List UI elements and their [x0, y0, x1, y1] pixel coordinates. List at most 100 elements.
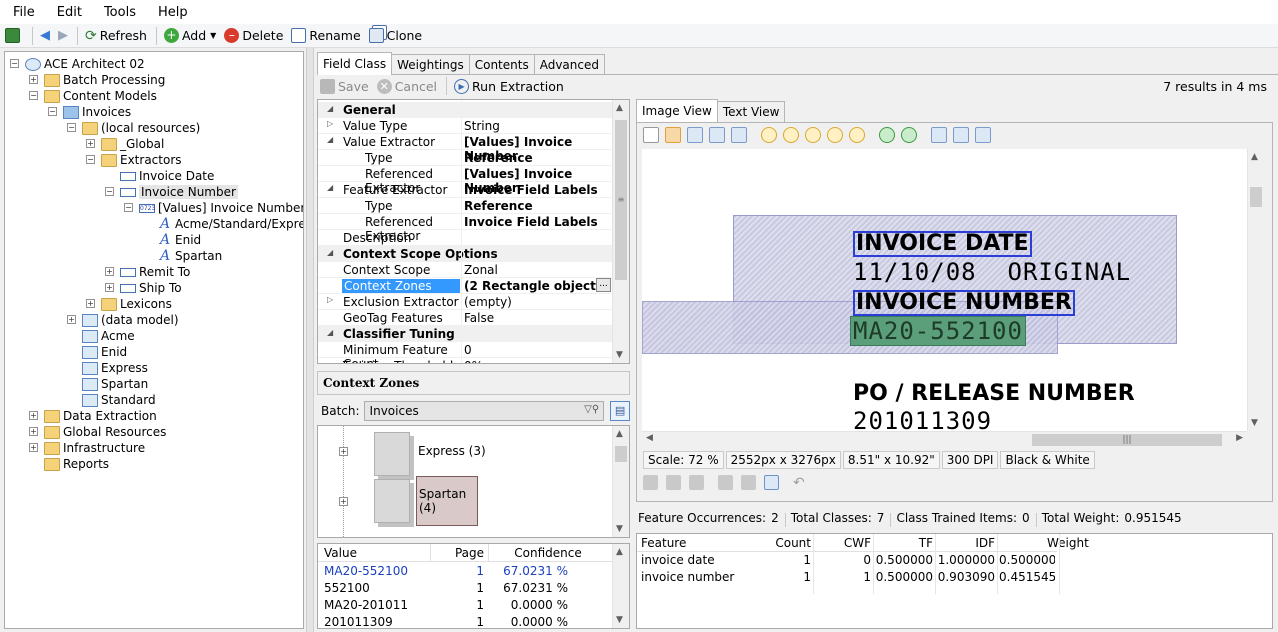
result-row[interactable]: 201011309 1 0.0000 %	[318, 615, 613, 628]
expand-toggle[interactable]: −	[48, 107, 57, 116]
column-header[interactable]: Confidence	[488, 546, 608, 560]
tab-text-view[interactable]: Text View	[716, 101, 786, 122]
property-row[interactable]: Minimum Feature Count 0	[318, 342, 612, 363]
collapse-arrow-icon[interactable]: ◢	[327, 104, 333, 113]
zoom-rect-icon[interactable]	[709, 127, 725, 143]
column-header[interactable]: IDF	[937, 536, 995, 550]
property-row[interactable]: Description	[318, 230, 612, 246]
scrollbar-thumb[interactable]	[1250, 187, 1262, 207]
settings-icon[interactable]	[975, 127, 991, 143]
cancel-button[interactable]: ✕ Cancel	[374, 75, 440, 97]
doc-item-express[interactable]: Express (3)	[418, 444, 486, 458]
batch-settings-button[interactable]: ▤	[610, 401, 630, 421]
add-button[interactable]: + Add ▼	[161, 25, 219, 47]
tab-field-class[interactable]: Field Class	[317, 52, 393, 75]
run-extraction-button[interactable]: ▶ Run Extraction	[451, 75, 567, 97]
property-value[interactable]: Reference	[464, 199, 610, 213]
tree-node[interactable]: Batch Processing	[44, 72, 165, 88]
tree-node[interactable]: Spartan	[82, 376, 148, 392]
scrollbar-thumb[interactable]: |||	[1032, 434, 1222, 446]
expand-arrow-icon[interactable]: ◢	[327, 183, 333, 192]
zoom-width-icon[interactable]	[849, 127, 865, 143]
property-row[interactable]: Referenced Extractor [Values] Invoice Num…	[318, 166, 612, 195]
tree-node[interactable]: ACE Architect 02	[25, 56, 145, 72]
results-scrollbar[interactable]: ▲ ▼	[612, 544, 629, 628]
tree-node[interactable]: Enid	[82, 344, 127, 360]
zoom-actual-icon[interactable]	[805, 127, 821, 143]
expand-toggle[interactable]: −	[124, 203, 133, 212]
property-category[interactable]: ◢ General	[318, 102, 612, 118]
tree-node[interactable]: _Global	[101, 136, 164, 152]
pan-hand-icon[interactable]	[665, 127, 681, 143]
tree-node[interactable]: A Enid	[158, 232, 201, 248]
tree-node[interactable]: A Acme/Standard/Express	[158, 216, 303, 232]
tree-node[interactable]: Ship To	[120, 280, 182, 296]
refresh-button[interactable]: ⟳ Refresh	[82, 25, 150, 47]
tab-image-view[interactable]: Image View	[636, 99, 718, 122]
save-button[interactable]: Save	[317, 75, 372, 97]
expand-toggle[interactable]: −	[86, 155, 95, 164]
property-row[interactable]: Training Threshold0%	[318, 358, 612, 363]
expand-toggle[interactable]: +	[339, 447, 348, 456]
property-row[interactable]: Referenced Extractor Invoice Field Labels	[318, 214, 612, 243]
tab-advanced[interactable]: Advanced	[533, 54, 605, 75]
tree-node[interactable]: (local resources)	[82, 120, 200, 136]
rename-button[interactable]: Rename	[288, 25, 363, 47]
feature-row[interactable]: invoice number 1 1 0.500000 0.903090 0.451545	[637, 570, 1057, 586]
doc-list-scrollbar[interactable]: ▲ ▼	[612, 426, 629, 537]
menu-help[interactable]: Help	[145, 5, 197, 20]
menu-file[interactable]: File	[0, 5, 44, 20]
property-grid-scrollbar[interactable]: ▲ ≡ ▼	[612, 100, 629, 363]
doc-item-spartan[interactable]: Spartan (4)	[416, 476, 478, 526]
property-row[interactable]: ◢ Value Extractor [Values] Invoice Number	[318, 134, 612, 163]
property-value[interactable]: 0	[464, 343, 610, 357]
deskew-icon[interactable]	[718, 475, 733, 490]
tree-node[interactable]: Invoice Date	[120, 168, 214, 184]
print-icon[interactable]	[931, 127, 947, 143]
property-value[interactable]: Invoice Field Labels	[464, 215, 610, 229]
tree-node[interactable]: Acme	[82, 328, 135, 344]
expand-toggle[interactable]: +	[29, 427, 38, 436]
expand-toggle[interactable]: +	[105, 283, 114, 292]
menu-tools[interactable]: Tools	[91, 5, 145, 20]
property-category[interactable]: ◢ Classifier Tuning	[318, 326, 612, 342]
select-zone-icon[interactable]	[687, 127, 703, 143]
zoom-area-icon[interactable]	[731, 127, 747, 143]
zoom-in-icon[interactable]	[761, 127, 777, 143]
tree-node[interactable]: Standard	[82, 392, 156, 408]
delete-button[interactable]: – Delete	[221, 25, 286, 47]
tree-node[interactable]: Lexicons	[101, 296, 172, 312]
image-horizontal-scrollbar[interactable]: ◀ ||| ▶	[642, 431, 1247, 447]
collapse-arrow-icon[interactable]: ◢	[327, 328, 333, 337]
result-row[interactable]: MA20-201011 1 0.0000 %	[318, 598, 613, 614]
property-row[interactable]: ◢ Feature Extractor Invoice Field Labels	[318, 182, 612, 198]
expand-toggle[interactable]: +	[86, 299, 95, 308]
scrollbar-thumb[interactable]: ≡	[615, 120, 627, 280]
image-vertical-scrollbar[interactable]: ▲ ▼	[1247, 149, 1264, 431]
tree-node[interactable]: 0723 [Values] Invoice Number	[139, 200, 303, 216]
scrollbar-thumb[interactable]	[615, 446, 627, 462]
expand-toggle[interactable]: −	[29, 91, 38, 100]
ellipsis-button[interactable]: ...	[596, 278, 611, 292]
property-value[interactable]: False	[464, 311, 610, 325]
tree-node[interactable]: Express	[82, 360, 148, 376]
column-header[interactable]: Feature	[641, 536, 751, 550]
property-category[interactable]: ◢ Context Scope Options	[318, 246, 612, 262]
save-image-icon[interactable]	[953, 127, 969, 143]
property-value[interactable]: Invoice Field Labels	[464, 183, 610, 197]
tree-node[interactable]: Content Models	[44, 88, 157, 104]
rotate-cw-icon[interactable]	[879, 127, 895, 143]
property-value[interactable]: Reference	[464, 151, 610, 165]
pointer-icon[interactable]	[643, 127, 659, 143]
property-row[interactable]: Type Reference	[318, 198, 612, 214]
column-header[interactable]: TF	[875, 536, 933, 550]
expand-toggle[interactable]: −	[10, 59, 19, 68]
rotate-ccw-icon[interactable]	[901, 127, 917, 143]
tree-node[interactable]: Invoices	[63, 104, 131, 120]
batch-select[interactable]: Invoices ▽⚲	[363, 401, 605, 421]
tree-node[interactable]: (data model)	[82, 312, 179, 328]
tree-node[interactable]: Extractors	[101, 152, 182, 168]
tab-contents[interactable]: Contents	[468, 54, 535, 75]
expand-toggle[interactable]: +	[67, 315, 76, 324]
annotate-icon[interactable]	[643, 475, 658, 490]
